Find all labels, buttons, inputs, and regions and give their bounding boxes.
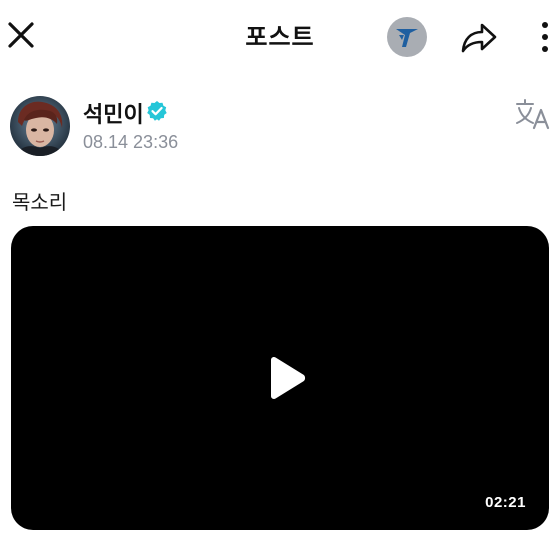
close-button[interactable] xyxy=(4,16,38,54)
post-text: 목소리 xyxy=(12,192,68,214)
video-duration: 02:21 xyxy=(485,494,526,511)
video-player[interactable]: 02:21 xyxy=(11,226,549,530)
author-name[interactable]: 석민이 xyxy=(83,97,144,129)
share-button[interactable] xyxy=(456,16,502,60)
close-icon xyxy=(8,22,34,48)
post-timestamp: 08.14 23:36 xyxy=(83,132,179,152)
community-logo-icon xyxy=(387,17,427,57)
play-icon xyxy=(271,357,306,399)
avatar[interactable] xyxy=(10,96,70,156)
avatar-image xyxy=(10,96,70,156)
community-button[interactable] xyxy=(384,14,430,60)
play-button[interactable] xyxy=(265,355,307,401)
translate-icon xyxy=(516,99,550,130)
translate-button[interactable] xyxy=(513,96,553,132)
top-bar: 포스트 xyxy=(0,0,560,72)
more-vertical-icon xyxy=(542,22,548,52)
post-author: 석민이 08.14 23:36 xyxy=(10,94,550,158)
share-icon xyxy=(461,23,497,53)
verified-badge-icon xyxy=(147,101,167,121)
more-options-button[interactable] xyxy=(530,14,560,60)
